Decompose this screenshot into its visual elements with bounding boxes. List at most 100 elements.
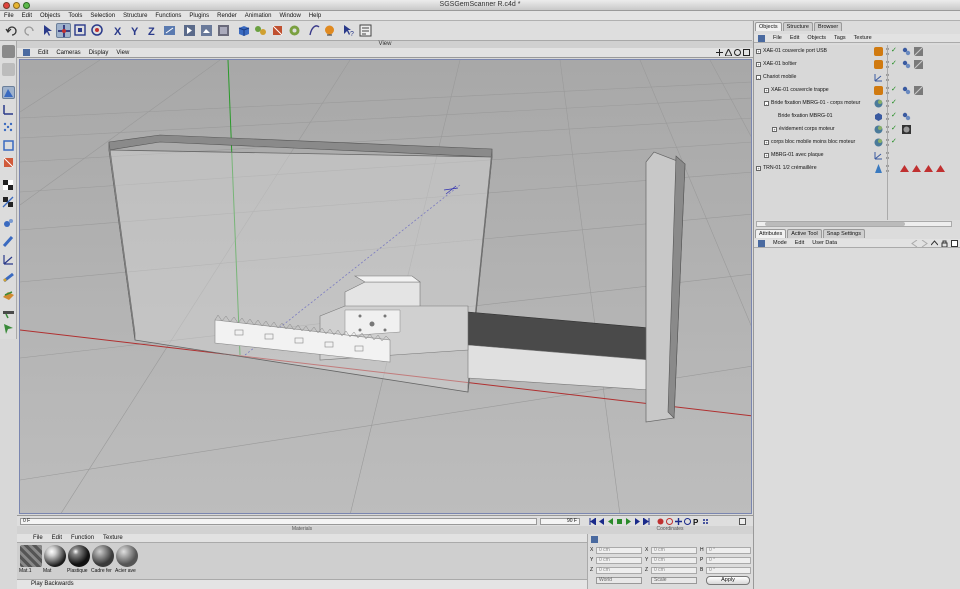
viewport-zoom-icon[interactable] bbox=[725, 49, 732, 56]
paint-tool-icon[interactable] bbox=[2, 288, 15, 301]
next-key-icon[interactable] bbox=[634, 518, 641, 525]
array-icon[interactable] bbox=[287, 23, 302, 38]
objects-menu-objects[interactable]: Objects bbox=[807, 35, 826, 41]
materials-menu-edit[interactable]: Edit bbox=[52, 535, 62, 541]
points-tool-icon[interactable] bbox=[2, 121, 15, 134]
timeline-slider[interactable]: 0 F bbox=[20, 518, 537, 525]
enabled-check-icon[interactable]: ✓ bbox=[891, 98, 897, 106]
warning-tag-icon[interactable] bbox=[936, 164, 945, 173]
key-point-level-icon[interactable] bbox=[702, 518, 709, 525]
viewport-menu-edit[interactable]: Edit bbox=[38, 50, 48, 56]
nurbs-icon[interactable] bbox=[253, 23, 268, 38]
phong-tag-icon[interactable] bbox=[902, 112, 911, 121]
render-settings-icon[interactable] bbox=[216, 23, 231, 38]
material-swatch[interactable]: Mat bbox=[43, 545, 67, 574]
viewport-menu-view[interactable]: View bbox=[116, 50, 129, 56]
move-icon[interactable] bbox=[56, 23, 71, 38]
forward-arrow-icon[interactable] bbox=[921, 240, 928, 247]
axis-x-icon[interactable]: X bbox=[111, 23, 126, 38]
spline-pen-icon[interactable] bbox=[307, 23, 322, 38]
expand-toggle[interactable]: + bbox=[756, 62, 761, 67]
brush-tool-icon[interactable] bbox=[2, 235, 15, 248]
new-panel-icon[interactable] bbox=[951, 240, 958, 247]
size-z-field[interactable]: 0 cm bbox=[651, 567, 697, 574]
enabled-check-icon[interactable]: ✓ bbox=[891, 85, 897, 93]
object-column-divider[interactable] bbox=[887, 45, 888, 220]
objects-menu-tags[interactable]: Tags bbox=[834, 35, 846, 41]
animation-tool-icon[interactable] bbox=[2, 217, 15, 230]
object-row[interactable]: - Bride fixation MBRG-01 - corps moteur … bbox=[754, 97, 960, 110]
attributes-menu-edit[interactable]: Edit bbox=[795, 240, 804, 246]
rot-h-field[interactable]: 0 ° bbox=[706, 547, 751, 554]
tab-attributes[interactable]: Attributes bbox=[755, 229, 787, 238]
pos-x-field[interactable]: 0 cm bbox=[596, 547, 642, 554]
scale-icon[interactable] bbox=[73, 23, 88, 38]
object-row[interactable]: + corps bloc mobile moins bloc moteur ✓ bbox=[754, 136, 960, 149]
up-arrow-icon[interactable] bbox=[931, 240, 938, 247]
tab-structure[interactable]: Structure bbox=[782, 22, 813, 31]
expand-toggle[interactable]: + bbox=[756, 166, 761, 171]
end-frame-field[interactable]: 90 F bbox=[540, 518, 580, 525]
object-axis-icon[interactable] bbox=[2, 103, 15, 116]
texture-axis-icon[interactable] bbox=[2, 196, 15, 209]
viewport-menu-display[interactable]: Display bbox=[89, 50, 109, 56]
enabled-check-icon[interactable]: ✓ bbox=[891, 124, 897, 132]
bp-tool-icon[interactable] bbox=[2, 322, 15, 335]
enabled-check-icon[interactable]: ✓ bbox=[891, 111, 897, 119]
materials-menu-function[interactable]: Function bbox=[71, 535, 94, 541]
cube-primitive-icon[interactable] bbox=[236, 23, 251, 38]
3d-viewport[interactable] bbox=[19, 59, 752, 514]
object-row[interactable]: + MBRG-01 avec plaque bbox=[754, 149, 960, 162]
expand-toggle[interactable]: - bbox=[764, 101, 769, 106]
sculpt-tool-icon[interactable] bbox=[2, 306, 15, 319]
menu-functions[interactable]: Functions bbox=[155, 13, 181, 19]
undo-icon[interactable] bbox=[4, 23, 19, 38]
key-parameter-icon[interactable]: P bbox=[693, 518, 700, 525]
objects-menu-file[interactable]: File bbox=[773, 35, 782, 41]
menu-help[interactable]: Help bbox=[309, 13, 321, 19]
render-picture-viewer-icon[interactable] bbox=[199, 23, 214, 38]
viewport-rotate-icon[interactable] bbox=[734, 49, 741, 56]
rot-p-field[interactable]: 0 ° bbox=[706, 557, 751, 564]
texture-tag-icon[interactable] bbox=[914, 60, 923, 69]
size-mode-select[interactable]: Scale bbox=[651, 577, 697, 584]
edges-tool-icon[interactable] bbox=[2, 139, 15, 152]
render-view-icon[interactable] bbox=[182, 23, 197, 38]
warning-tag-icon[interactable] bbox=[924, 164, 933, 173]
texture-tool-icon[interactable] bbox=[2, 179, 15, 192]
phong-tag-icon[interactable] bbox=[902, 60, 911, 69]
materials-menu-texture[interactable]: Texture bbox=[103, 535, 123, 541]
enabled-check-icon[interactable]: ✓ bbox=[891, 46, 897, 54]
material-swatch[interactable]: Acier ave bbox=[115, 545, 139, 574]
apply-button[interactable]: Apply bbox=[706, 576, 750, 585]
menu-window[interactable]: Window bbox=[279, 13, 300, 19]
model-tool-icon[interactable] bbox=[2, 86, 15, 99]
scrollbar-thumb[interactable] bbox=[765, 222, 905, 226]
expand-toggle[interactable]: + bbox=[764, 88, 769, 93]
objects-horizontal-scrollbar[interactable] bbox=[756, 221, 952, 227]
enabled-check-icon[interactable]: ✓ bbox=[891, 59, 897, 67]
object-row[interactable]: Bride fixation MBRG-01 ✓ bbox=[754, 110, 960, 123]
object-row[interactable]: + XAE-01 boîtier ✓ bbox=[754, 58, 960, 71]
expand-toggle[interactable]: - bbox=[756, 75, 761, 80]
goto-start-icon[interactable] bbox=[589, 518, 596, 525]
object-row[interactable]: + XAE-01 couvercle port USB ✓ bbox=[754, 45, 960, 58]
deformer-icon[interactable] bbox=[270, 23, 285, 38]
layout-switch-icon[interactable] bbox=[2, 45, 15, 58]
texture-tag-icon[interactable] bbox=[914, 47, 923, 56]
axis-z-icon[interactable]: Z bbox=[145, 23, 160, 38]
viewport-move-icon[interactable] bbox=[716, 49, 723, 56]
warning-tag-icon[interactable] bbox=[900, 164, 909, 173]
menu-file[interactable]: File bbox=[4, 13, 14, 19]
tab-browser[interactable]: Browser bbox=[813, 22, 843, 31]
prev-key-icon[interactable] bbox=[598, 518, 605, 525]
play-forward-icon[interactable] bbox=[625, 518, 632, 525]
play-backwards-icon[interactable] bbox=[607, 518, 614, 525]
tab-active-tool[interactable]: Active Tool bbox=[787, 229, 822, 238]
layout-icon[interactable] bbox=[358, 23, 373, 38]
redo-icon[interactable] bbox=[22, 23, 37, 38]
object-row[interactable]: + évidement corps moteur ✓ bbox=[754, 123, 960, 136]
size-x-field[interactable]: 0 cm bbox=[651, 547, 697, 554]
help-icon[interactable]: ? bbox=[341, 23, 356, 38]
cloner-tool-icon[interactable] bbox=[2, 271, 15, 284]
